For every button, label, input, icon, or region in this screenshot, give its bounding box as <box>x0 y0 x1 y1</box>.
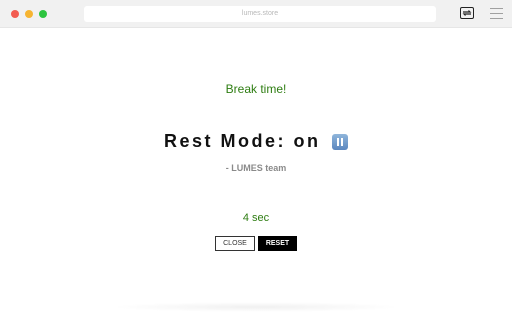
bottom-shadow <box>110 302 402 312</box>
reset-button[interactable]: RESET <box>258 236 297 251</box>
pause-button-icon <box>332 134 348 150</box>
close-button[interactable]: CLOSE <box>215 236 255 251</box>
action-buttons: CLOSE RESET <box>0 236 512 251</box>
swap-icon[interactable] <box>460 7 474 19</box>
title-text: Rest Mode: on <box>163 131 321 151</box>
credit-text: - LUMES team <box>225 163 287 173</box>
page-title: Rest Mode: on <box>0 131 512 152</box>
hamburger-menu-icon[interactable] <box>490 8 503 19</box>
countdown-timer: 4 sec <box>242 212 270 224</box>
browser-toolbar: lumes.store <box>0 0 512 28</box>
break-message: Break time! <box>225 82 287 96</box>
window-minimize-dot[interactable] <box>25 10 33 18</box>
swap-arrows-icon <box>462 10 472 16</box>
main-content: Break time! Rest Mode: on - LUMES team 4… <box>0 28 512 320</box>
window-maximize-dot[interactable] <box>39 10 47 18</box>
window-close-dot[interactable] <box>11 10 19 18</box>
address-bar[interactable]: lumes.store <box>84 6 436 22</box>
